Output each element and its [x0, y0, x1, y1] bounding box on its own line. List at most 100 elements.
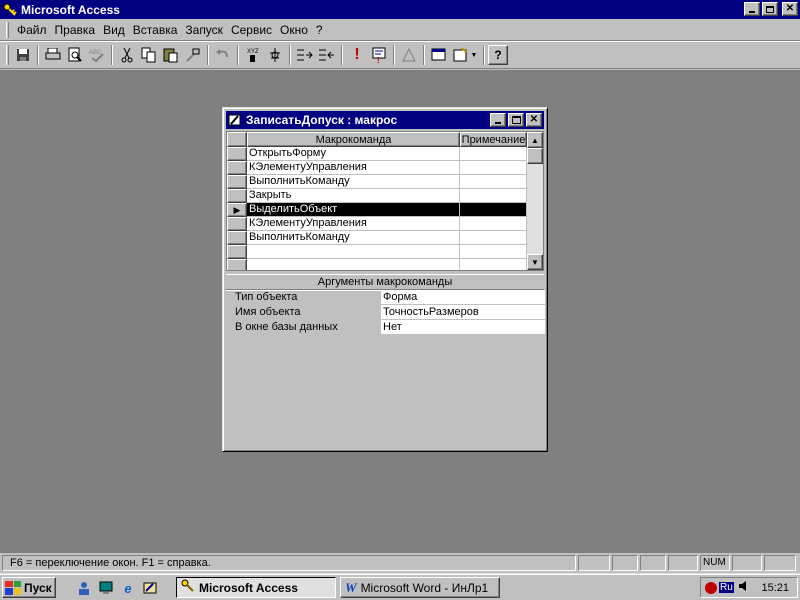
- menu-run[interactable]: Запуск: [181, 23, 227, 37]
- row-selector[interactable]: [227, 189, 247, 203]
- argument-label: В окне базы данных: [235, 321, 338, 333]
- action-cell[interactable]: ВыделитьОбъект: [247, 203, 460, 217]
- paste-icon[interactable]: [160, 44, 182, 66]
- start-button[interactable]: Пуск: [2, 577, 56, 598]
- comment-cell[interactable]: [460, 231, 527, 245]
- table-row[interactable]: КЭлементуУправления: [227, 217, 527, 231]
- network-icon[interactable]: [705, 581, 717, 594]
- toolbar-grip[interactable]: [6, 45, 9, 65]
- volume-icon[interactable]: [738, 580, 750, 595]
- cut-icon[interactable]: [116, 44, 138, 66]
- scroll-up-button[interactable]: ▲: [527, 132, 543, 148]
- status-indicator: [612, 555, 638, 571]
- action-cell[interactable]: Закрыть: [247, 189, 460, 203]
- row-selector[interactable]: [227, 259, 247, 270]
- minimize-icon: [749, 11, 755, 13]
- table-row[interactable]: ВыполнитьКоманду: [227, 231, 527, 245]
- action-cell[interactable]: КЭлементуУправления: [247, 217, 460, 231]
- insert-row-icon[interactable]: [294, 44, 316, 66]
- table-row[interactable]: Закрыть: [227, 189, 527, 203]
- comment-cell[interactable]: [460, 203, 527, 217]
- comment-cell[interactable]: [460, 161, 527, 175]
- restore-button[interactable]: [762, 2, 778, 16]
- column-header-action[interactable]: Макрокоманда: [247, 132, 460, 147]
- format-painter-icon[interactable]: [182, 44, 204, 66]
- column-header-comment[interactable]: Примечание: [460, 132, 527, 147]
- row-selector[interactable]: [227, 245, 247, 259]
- macro-window-title-bar[interactable]: ЗаписатьДопуск : макрос ✕: [226, 111, 544, 129]
- save-icon[interactable]: [12, 44, 34, 66]
- in-database-window-field[interactable]: Нет: [381, 320, 545, 334]
- database-window-icon[interactable]: [428, 44, 450, 66]
- menu-view[interactable]: Вид: [99, 23, 129, 37]
- copy-icon[interactable]: [138, 44, 160, 66]
- vertical-scrollbar[interactable]: ▲ ▼: [527, 132, 543, 270]
- object-type-field[interactable]: Форма: [381, 290, 545, 304]
- comment-cell[interactable]: [460, 217, 527, 231]
- new-object-icon[interactable]: ▼: [450, 44, 480, 66]
- comment-cell[interactable]: [460, 259, 527, 270]
- run-icon[interactable]: !: [346, 44, 368, 66]
- menu-help[interactable]: ?: [312, 23, 327, 37]
- row-selector[interactable]: [227, 231, 247, 245]
- spelling-icon[interactable]: ABC: [86, 44, 108, 66]
- comment-cell[interactable]: [460, 245, 527, 259]
- quick-launch-desktop-icon[interactable]: [96, 578, 116, 598]
- macro-close-button[interactable]: ✕: [526, 113, 542, 127]
- undo-icon[interactable]: [212, 44, 234, 66]
- minimize-button[interactable]: [744, 2, 760, 16]
- menu-insert[interactable]: Вставка: [129, 23, 182, 37]
- row-selector[interactable]: [227, 161, 247, 175]
- menu-window[interactable]: Окно: [276, 23, 312, 37]
- comment-cell[interactable]: [460, 175, 527, 189]
- help-icon[interactable]: ?: [488, 45, 508, 65]
- comment-cell[interactable]: [460, 189, 527, 203]
- action-cell[interactable]: КЭлементуУправления: [247, 161, 460, 175]
- task-microsoft-word[interactable]: W Microsoft Word - ИнЛр1: [340, 577, 500, 598]
- table-row-selected[interactable]: ▶ ВыделитьОбъект: [227, 203, 527, 217]
- table-row[interactable]: [227, 245, 527, 259]
- menu-edit[interactable]: Правка: [51, 23, 100, 37]
- quick-launch-ie-icon[interactable]: e: [118, 578, 138, 598]
- print-icon[interactable]: [42, 44, 64, 66]
- step-icon[interactable]: !: [368, 44, 390, 66]
- close-icon: ✕: [785, 3, 795, 14]
- language-indicator[interactable]: Ru: [719, 582, 734, 593]
- table-row[interactable]: [227, 259, 527, 270]
- object-name-field[interactable]: ТочностьРазмеров: [381, 305, 545, 319]
- macro-window[interactable]: ЗаписатьДопуск : макрос ✕ Макрокоманда П…: [222, 107, 548, 452]
- row-selector[interactable]: ▶: [227, 203, 247, 217]
- app-title-bar[interactable]: Microsoft Access ✕: [0, 0, 800, 19]
- delete-row-icon[interactable]: [316, 44, 338, 66]
- action-cell[interactable]: [247, 245, 460, 259]
- macro-maximize-button[interactable]: [508, 113, 524, 127]
- macro-names-icon[interactable]: XYZ: [242, 44, 264, 66]
- row-selector[interactable]: [227, 175, 247, 189]
- scroll-thumb[interactable]: [527, 148, 543, 164]
- table-row[interactable]: ВыполнитьКоманду: [227, 175, 527, 189]
- build-icon[interactable]: [398, 44, 420, 66]
- action-cell[interactable]: ВыполнитьКоманду: [247, 231, 460, 245]
- clock[interactable]: 15:21: [761, 582, 789, 594]
- print-preview-icon[interactable]: [64, 44, 86, 66]
- menu-grip[interactable]: [6, 21, 9, 38]
- table-row[interactable]: ОткрытьФорму: [227, 147, 527, 161]
- action-cell[interactable]: ВыполнитьКоманду: [247, 175, 460, 189]
- menu-file[interactable]: Файл: [13, 23, 51, 37]
- row-selector[interactable]: [227, 217, 247, 231]
- comment-cell[interactable]: [460, 147, 527, 161]
- task-microsoft-access[interactable]: Microsoft Access: [176, 577, 336, 598]
- quick-launch-address-book-icon[interactable]: [74, 578, 94, 598]
- scroll-down-button[interactable]: ▼: [527, 254, 543, 270]
- action-cell[interactable]: [247, 259, 460, 270]
- grid-corner[interactable]: [227, 132, 247, 147]
- conditions-icon[interactable]: [264, 44, 286, 66]
- table-row[interactable]: КЭлементуУправления: [227, 161, 527, 175]
- quick-launch-outlook-icon[interactable]: [140, 578, 160, 598]
- key-icon: [2, 2, 18, 18]
- row-selector[interactable]: [227, 147, 247, 161]
- action-cell[interactable]: ОткрытьФорму: [247, 147, 460, 161]
- menu-tools[interactable]: Сервис: [227, 23, 276, 37]
- macro-minimize-button[interactable]: [490, 113, 506, 127]
- close-button[interactable]: ✕: [782, 2, 798, 16]
